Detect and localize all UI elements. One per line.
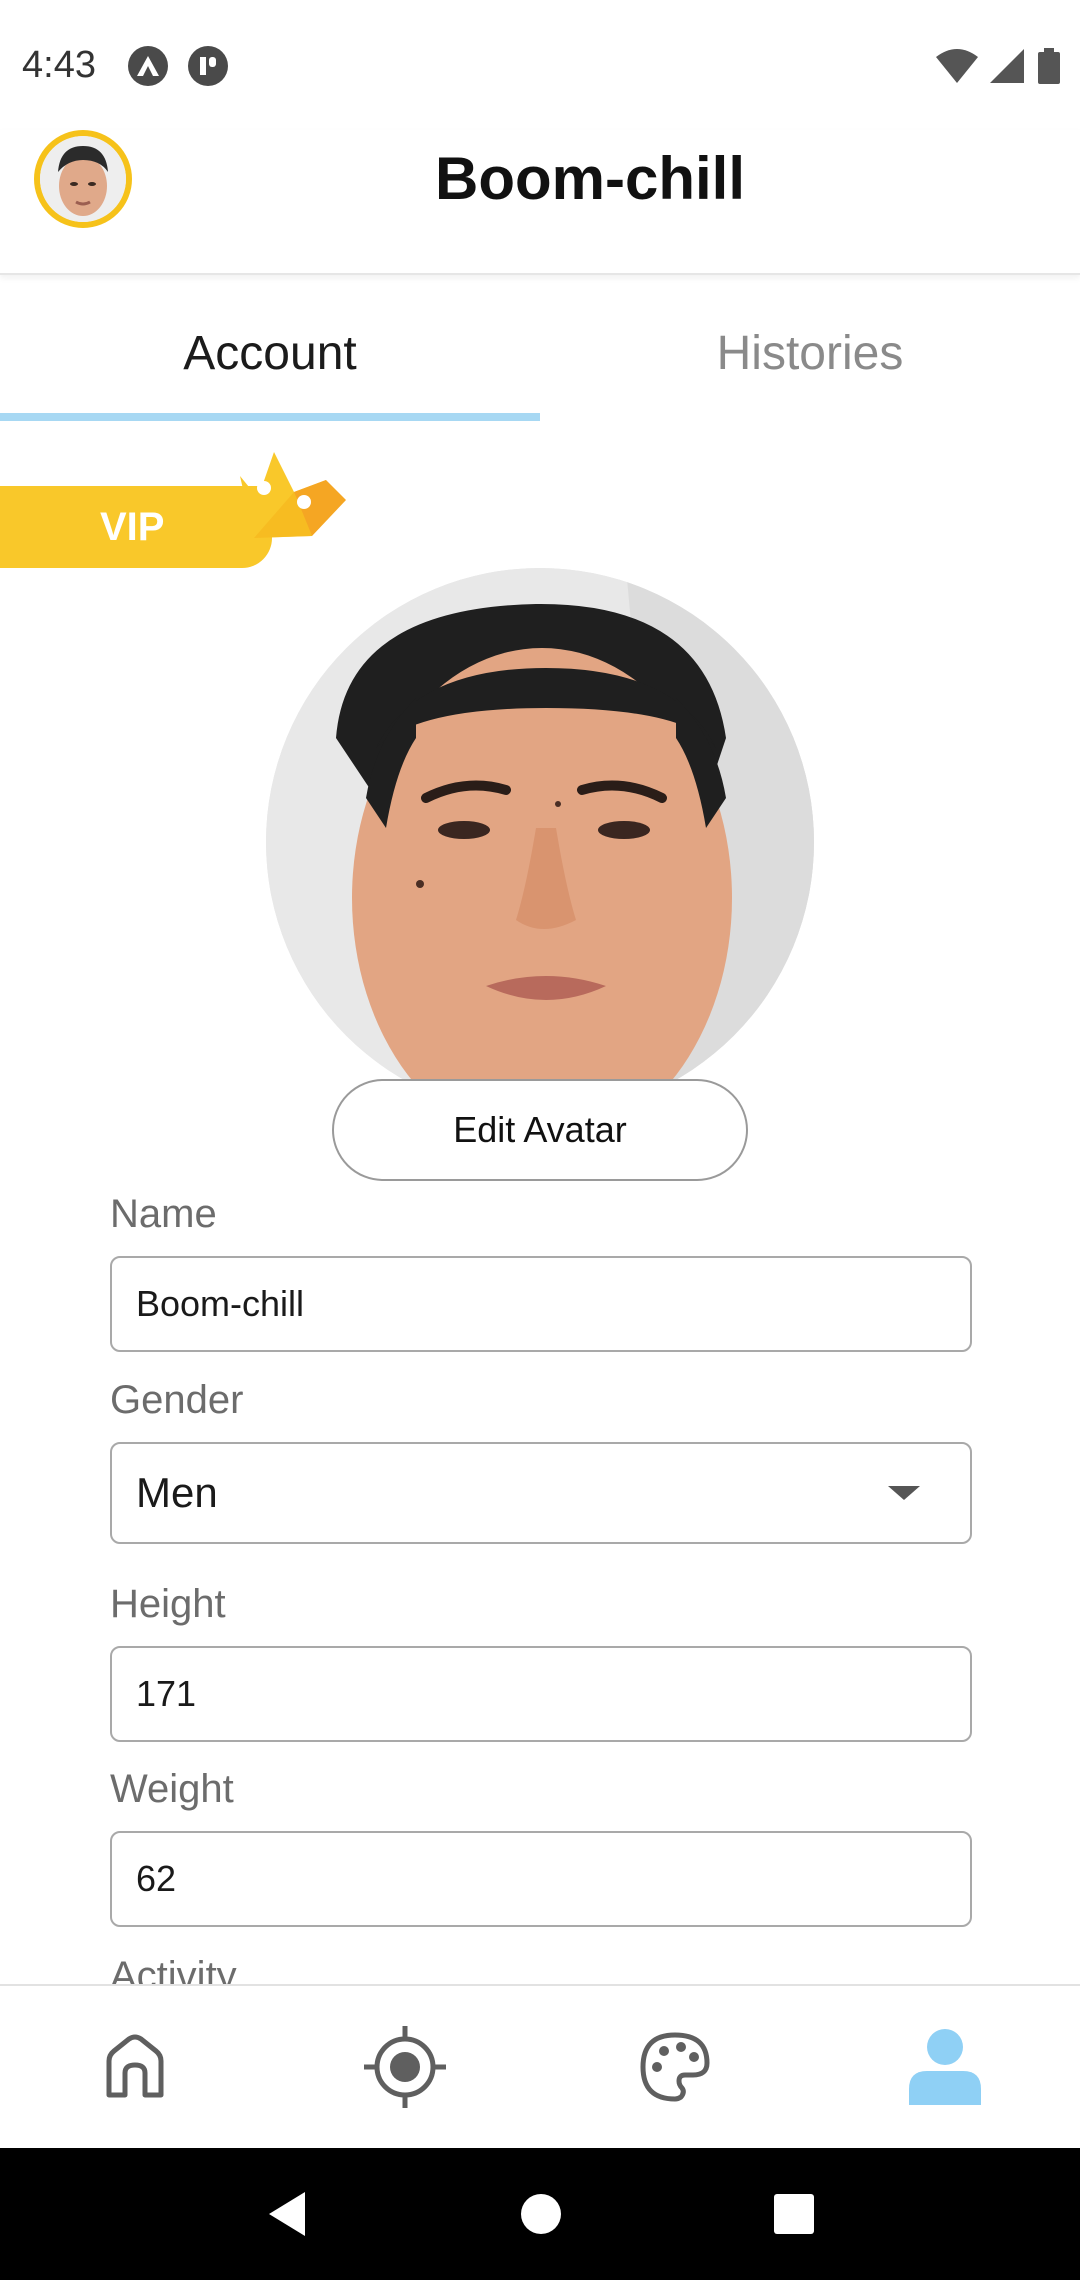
home-icon xyxy=(106,2034,164,2098)
gender-label: Gender xyxy=(110,1378,244,1422)
tab-active-indicator xyxy=(0,413,540,421)
system-nav-bar xyxy=(0,2148,1080,2280)
home-button-icon[interactable] xyxy=(520,2193,562,2235)
status-time: 4:43 xyxy=(22,44,96,86)
name-field[interactable]: Boom-chill xyxy=(110,1256,972,1352)
activity-label: Activity xyxy=(110,1954,237,1984)
name-label: Name xyxy=(110,1192,217,1236)
recents-icon[interactable] xyxy=(773,2193,815,2235)
wifi-icon xyxy=(936,49,978,83)
height-label: Height xyxy=(110,1582,226,1626)
app-header: Boom-chill xyxy=(0,130,1080,275)
tab-account-label: Account xyxy=(183,326,357,380)
height-field[interactable]: 171 xyxy=(110,1646,972,1742)
vip-label: VIP xyxy=(100,504,165,549)
name-value: Boom-chill xyxy=(136,1283,305,1324)
chevron-down-icon xyxy=(888,1486,920,1500)
tab-bar: Account Histories xyxy=(0,285,1080,421)
profile-avatar xyxy=(266,568,814,1116)
nav-palette[interactable] xyxy=(630,2022,720,2112)
crown-icon xyxy=(240,452,346,538)
page-title: Boom-chill xyxy=(435,145,745,212)
tab-histories-label: Histories xyxy=(716,326,904,380)
status-icons xyxy=(936,48,1060,84)
status-bar: 4:43 xyxy=(0,0,1080,130)
profile-icon xyxy=(909,2029,981,2105)
tab-histories[interactable]: Histories xyxy=(540,285,1080,421)
a-logo-icon xyxy=(128,46,168,86)
height-value: 171 xyxy=(136,1673,197,1714)
signal-icon xyxy=(990,49,1024,83)
weight-value: 62 xyxy=(136,1858,177,1899)
gender-value: Men xyxy=(136,1469,218,1516)
edit-avatar-button[interactable]: Edit Avatar xyxy=(332,1079,748,1181)
back-icon[interactable] xyxy=(265,2190,309,2238)
tab-account[interactable]: Account xyxy=(0,285,540,421)
gender-select[interactable]: Men xyxy=(110,1442,972,1544)
battery-icon xyxy=(1038,48,1060,84)
weight-field[interactable]: 62 xyxy=(110,1831,972,1927)
nav-target[interactable] xyxy=(360,2022,450,2112)
bottom-nav xyxy=(0,1984,1080,2148)
pause-app-icon xyxy=(188,46,228,86)
palette-icon xyxy=(640,2032,710,2102)
weight-label: Weight xyxy=(110,1767,234,1811)
nav-home[interactable] xyxy=(90,2022,180,2112)
target-icon xyxy=(364,2026,446,2108)
nav-profile[interactable] xyxy=(900,2022,990,2112)
